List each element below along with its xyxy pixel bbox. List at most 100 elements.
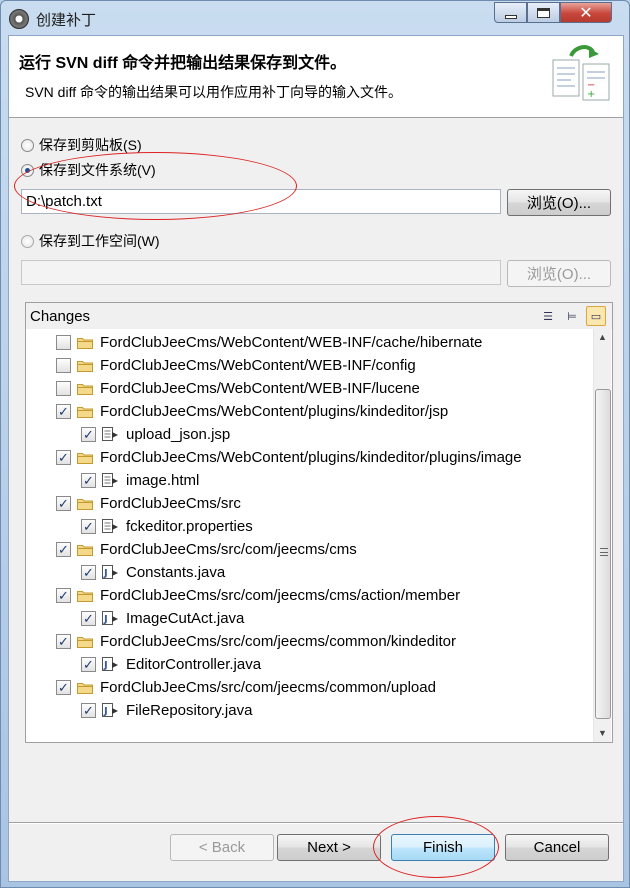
maximize-button[interactable] [527,2,560,23]
tree-file-row[interactable]: ✓ fckeditor.properties [26,515,253,538]
tree-item-checkbox[interactable]: ✓ [56,634,71,649]
close-icon: ✕ [579,4,593,22]
filesystem-path-input[interactable]: D:\patch.txt [21,189,501,214]
scroll-up-arrow-icon[interactable]: ▲ [598,332,607,342]
workspace-path-input[interactable] [21,260,501,285]
tree-folder-row[interactable]: FordClubJeeCms/WebContent/WEB-INF/lucene [26,377,420,400]
patch-wizard-icon: − + [552,45,610,101]
java-file-icon: J [102,657,119,672]
tree-item-label: FordClubJeeCms/src/com/jeecms/cms [100,541,357,558]
java-file-icon: J [102,703,119,718]
svg-text:J: J [103,660,108,671]
file-icon [102,473,119,488]
tree-item-label: FordClubJeeCms/src/com/jeecms/common/kin… [100,633,456,650]
scrollbar-thumb[interactable] [595,389,611,719]
tree-folder-row[interactable]: ✓ FordClubJeeCms/src/com/jeecms/common/ki… [26,630,456,653]
tree-view-icon[interactable]: ⊨ [562,306,582,326]
tree-item-label: FordClubJeeCms/WebContent/WEB-INF/config [100,357,416,374]
tree-item-checkbox[interactable]: ✓ [81,519,96,534]
tree-file-row[interactable]: ✓ J Constants.java [26,561,225,584]
tree-item-checkbox[interactable]: ✓ [56,680,71,695]
tree-folder-row[interactable]: ✓ FordClubJeeCms/src [26,492,241,515]
java-file-icon: J [102,565,119,580]
minimize-icon [504,14,517,19]
finish-button[interactable]: Finish [391,834,495,861]
tree-item-checkbox[interactable]: ✓ [81,473,96,488]
tree-file-row[interactable]: ✓ J EditorController.java [26,653,261,676]
tree-item-checkbox[interactable]: ✓ [81,427,96,442]
tree-item-checkbox[interactable]: ✓ [56,588,71,603]
tree-item-checkbox[interactable]: ✓ [81,565,96,580]
dialog-window: 创建补丁 ✕ 运行 SVN diff 命令并把输出结果保存到文件。 SVN di… [0,0,630,888]
scroll-grip-icon [600,548,608,556]
tree-item-checkbox[interactable] [56,335,71,350]
maximize-icon [537,7,550,18]
tree-folder-row[interactable]: ✓ FordClubJeeCms/src/com/jeecms/cms/actio… [26,584,460,607]
window-title: 创建补丁 [36,12,97,29]
tree-folder-row[interactable]: ✓ FordClubJeeCms/WebContent/plugins/kinde… [26,446,522,469]
back-button[interactable]: < Back [170,834,274,861]
tree-item-label: Constants.java [126,564,226,581]
folder-icon [77,452,93,464]
tree-item-checkbox[interactable]: ✓ [56,542,71,557]
tree-file-row[interactable]: ✓ J FileRepository.java [26,699,252,722]
minimize-button[interactable] [494,2,527,23]
filesystem-browse-button[interactable]: 浏览(O)... [507,189,611,216]
svg-text:J: J [103,568,108,579]
tree-folder-row[interactable]: ✓ FordClubJeeCms/src/com/jeecms/common/up… [26,676,436,699]
tree-item-label: FordClubJeeCms/WebContent/plugins/kinded… [100,403,449,420]
changes-header: Changes ☰ ⊨ ▭ [26,303,612,329]
tree-item-label: FileRepository.java [126,702,253,719]
scroll-down-arrow-icon[interactable]: ▼ [598,728,607,738]
folder-icon [77,337,93,349]
close-button[interactable]: ✕ [560,2,612,23]
tree-item-checkbox[interactable]: ✓ [56,496,71,511]
tree-folder-row[interactable]: FordClubJeeCms/WebContent/WEB-INF/config [26,354,416,377]
tree-item-checkbox[interactable] [56,381,71,396]
title-bar[interactable]: 创建补丁 ✕ [1,1,630,35]
save-to-workspace-option[interactable]: 保存到工作空间(W) [21,231,160,251]
folder-icon [77,682,93,694]
file-icon [102,427,119,442]
tree-item-checkbox[interactable]: ✓ [81,703,96,718]
changes-tree[interactable]: FordClubJeeCms/WebContent/WEB-INF/cache/… [26,329,592,742]
dialog-client-area: 运行 SVN diff 命令并把输出结果保存到文件。 SVN diff 命令的输… [8,35,624,882]
tree-folder-row[interactable]: ✓ FordClubJeeCms/WebContent/plugins/kinde… [26,400,448,423]
save-to-filesystem-option[interactable]: 保存到文件系统(V) [21,160,156,180]
folder-icon [77,590,93,602]
tree-folder-row[interactable]: ✓ FordClubJeeCms/src/com/jeecms/cms [26,538,357,561]
vertical-scrollbar[interactable]: ▲ ▼ [593,329,611,742]
save-to-clipboard-option[interactable]: 保存到剪贴板(S) [21,135,142,155]
tree-file-row[interactable]: ✓ upload_json.jsp [26,423,230,446]
tree-item-checkbox[interactable]: ✓ [81,657,96,672]
tree-file-row[interactable]: ✓ J ImageCutAct.java [26,607,244,630]
svg-text:+: + [587,89,595,100]
tree-item-label: FordClubJeeCms/src/com/jeecms/cms/action… [100,587,461,604]
tree-item-label: FordClubJeeCms/WebContent/plugins/kinded… [100,449,522,466]
tree-item-label: FordClubJeeCms/src [100,495,241,512]
java-file-icon: J [102,611,119,626]
clipboard-radio-label: 保存到剪贴板(S) [39,137,142,153]
svg-text:J: J [103,614,108,625]
filesystem-radio[interactable] [21,163,34,177]
cancel-button[interactable]: Cancel [505,834,609,861]
tree-folder-row[interactable]: FordClubJeeCms/WebContent/WEB-INF/cache/… [26,331,482,354]
workspace-radio[interactable] [21,234,34,248]
tree-item-checkbox[interactable]: ✓ [56,450,71,465]
clipboard-radio[interactable] [21,138,34,152]
changes-panel: Changes ☰ ⊨ ▭ FordClubJeeCms/WebContent/… [25,302,613,743]
flat-list-icon[interactable]: ☰ [538,306,558,326]
banner-description: SVN diff 命令的输出结果可以用作应用补丁向导的输入文件。 [25,84,402,100]
tree-item-label: FordClubJeeCms/WebContent/WEB-INF/lucene [100,380,420,397]
folder-icon [77,636,93,648]
folder-icon [77,498,93,510]
tree-item-checkbox[interactable]: ✓ [81,611,96,626]
changes-label: Changes [30,308,91,325]
tree-item-checkbox[interactable]: ✓ [56,404,71,419]
compressed-folders-icon[interactable]: ▭ [586,306,606,326]
tree-item-checkbox[interactable] [56,358,71,373]
workspace-browse-button[interactable]: 浏览(O)... [507,260,611,287]
next-button[interactable]: Next > [277,834,381,861]
button-bar-separator [9,822,623,824]
tree-file-row[interactable]: ✓ image.html [26,469,199,492]
